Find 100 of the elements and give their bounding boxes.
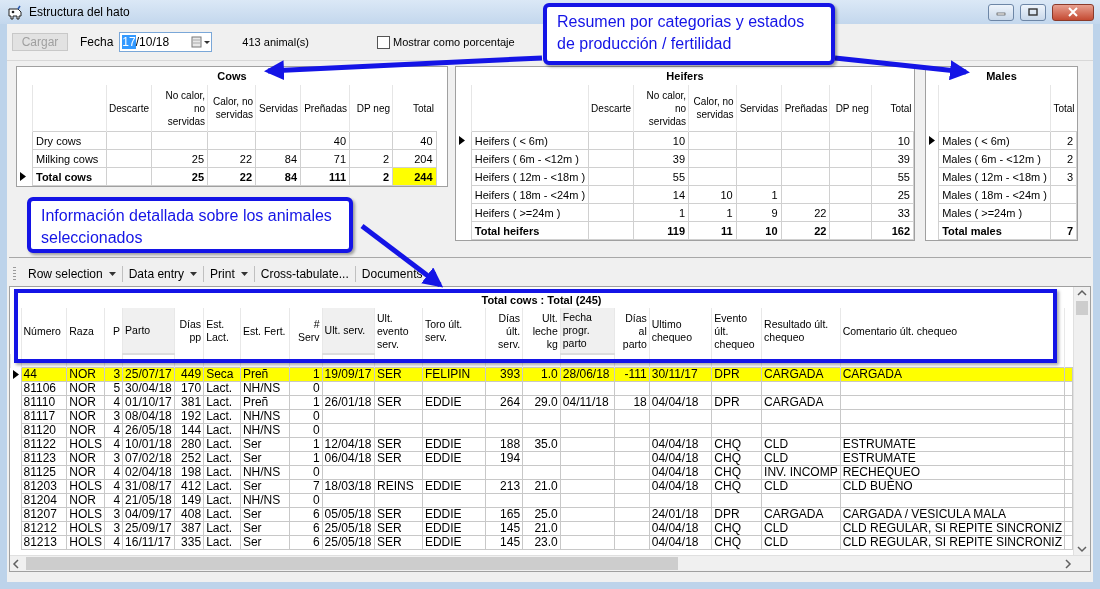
column-header[interactable]: DP neg (349, 85, 393, 132)
table-cell: 393 (485, 367, 523, 382)
column-header[interactable]: DP neg (829, 85, 872, 132)
table-cell: 22 (781, 221, 830, 240)
close-button[interactable] (1052, 3, 1094, 21)
toolbar-button[interactable]: Cross-tabulate... (254, 265, 355, 283)
row-label: Heifers ( 12m - <18m ) (471, 167, 589, 186)
column-header[interactable]: Total (871, 85, 914, 132)
table-cell: 84 (255, 149, 301, 168)
column-header[interactable]: Días al parto (614, 308, 650, 354)
table-cell: 04/04/18 (649, 535, 712, 550)
horizontal-scrollbar[interactable] (10, 555, 1090, 571)
table-cell: EDDIE (422, 451, 486, 466)
column-header[interactable]: Servidas (736, 85, 782, 132)
row-label: Heifers ( < 6m) (471, 131, 589, 150)
callout-note: Resumen por categorias y estados de producción / fertilidad (543, 3, 835, 65)
column-header[interactable]: No calor, no servidas (633, 85, 689, 132)
percent-checkbox[interactable]: Mostrar como porcentaje (377, 35, 515, 49)
minimize-button[interactable] (988, 3, 1014, 21)
table-cell: 81110 (21, 395, 67, 410)
toolbar-button[interactable]: Documents (355, 265, 442, 283)
column-header[interactable]: Número (21, 308, 67, 354)
table-cell: 19/09/17 (322, 367, 375, 382)
table-cell: 16/11/17 (122, 535, 175, 550)
table-cell: 81204 (21, 493, 67, 508)
table-cell: 04/09/17 (122, 507, 175, 522)
table-cell: 81125 (21, 465, 67, 480)
scroll-right-icon[interactable] (1062, 557, 1074, 570)
table-cell: Preñ (240, 367, 290, 382)
animal-count: 413 animal(s) (242, 36, 309, 48)
table-cell: 162 (871, 221, 914, 240)
table-cell: 412 (174, 479, 204, 494)
column-header[interactable]: Descarte (588, 85, 634, 132)
table-cell: 04/04/18 (649, 479, 712, 494)
table-cell: RECHEQUEO (840, 465, 1065, 480)
app-icon (7, 4, 23, 20)
scroll-thumb[interactable] (26, 557, 678, 570)
calendar-dropdown-icon[interactable] (191, 35, 212, 49)
table-cell: 81123 (21, 451, 67, 466)
table-cell: Ser (240, 507, 290, 522)
toolbar-button[interactable]: Row selection (22, 265, 122, 283)
row-label: Males ( 6m - <12m ) (938, 149, 1051, 168)
column-header[interactable]: Est. Fert. (240, 308, 290, 354)
scroll-down-icon[interactable] (1076, 543, 1088, 555)
column-header[interactable]: Fecha progr. parto (560, 308, 615, 354)
column-header[interactable]: Ult. serv. (322, 308, 375, 354)
table-cell: 1 (688, 203, 737, 222)
column-header[interactable]: Total (392, 85, 436, 132)
column-header[interactable]: Parto (122, 308, 175, 354)
table-cell: Ser (240, 521, 290, 536)
column-header[interactable]: Días pp (174, 308, 204, 354)
date-field[interactable]: 17/10/18 (119, 32, 213, 52)
column-header[interactable]: Comentario últ. chequeo (840, 308, 1065, 354)
column-header[interactable]: Toro últ. serv. (422, 308, 486, 354)
column-header[interactable]: Resultado últ. chequeo (761, 308, 841, 354)
column-header[interactable]: Servidas (255, 85, 301, 132)
column-header[interactable]: Calor, no servidas (688, 85, 737, 132)
column-header[interactable]: Calor, no servidas (207, 85, 256, 132)
column-header[interactable]: Raza (66, 308, 105, 354)
column-header[interactable]: No calor, no servidas (151, 85, 208, 132)
table-cell: CARGADA (761, 395, 841, 410)
toolbar-button[interactable]: Print (204, 265, 254, 283)
table-cell: NOR (66, 395, 105, 410)
table-cell: 1.0 (522, 367, 561, 382)
column-header[interactable]: Total (1050, 85, 1077, 132)
table-cell: 0 (289, 381, 323, 396)
table-cell: 25/07/17 (122, 367, 175, 382)
scroll-left-icon[interactable] (10, 557, 22, 570)
maximize-button[interactable] (1020, 3, 1046, 21)
table-cell: 6 (289, 521, 323, 536)
table-cell: NH/NS (240, 465, 290, 480)
table-cell: NH/NS (240, 381, 290, 396)
table-cell: 0 (289, 423, 323, 438)
column-header[interactable]: Preñadas (300, 85, 350, 132)
table-cell: 71 (300, 149, 350, 168)
scroll-thumb[interactable] (1076, 301, 1088, 315)
table-cell: 1 (289, 437, 323, 452)
table-cell: 1 (289, 367, 323, 382)
column-header[interactable]: Preñadas (781, 85, 830, 132)
row-label: Heifers ( 6m - <12m ) (471, 149, 589, 168)
column-header[interactable]: Ultimo chequeo (649, 308, 712, 354)
table-cell: Lact. (203, 465, 241, 480)
column-header[interactable]: Evento últ. chequeo (711, 308, 762, 354)
table-cell: Lact. (203, 381, 241, 396)
column-header[interactable]: Est. Lact. (203, 308, 241, 354)
table-cell: 4 (104, 423, 123, 438)
table-cell: CARGADA (761, 507, 841, 522)
table-cell: 55 (633, 167, 689, 186)
table-cell: EDDIE (422, 437, 486, 452)
column-header[interactable]: Ult. evento serv. (374, 308, 423, 354)
close-icon (1067, 7, 1079, 17)
toolbar-button[interactable]: Data entry (122, 265, 204, 283)
column-header[interactable]: Descarte (106, 85, 152, 132)
table-cell: 335 (174, 535, 204, 550)
vertical-scrollbar[interactable] (1073, 287, 1090, 555)
table-cell: DPR (711, 367, 762, 382)
table-cell: 30/11/17 (649, 367, 712, 382)
row-label: Total cows (32, 167, 107, 186)
column-header[interactable]: Días últ. serv. (485, 308, 523, 354)
table-cell: Lact. (203, 521, 241, 536)
